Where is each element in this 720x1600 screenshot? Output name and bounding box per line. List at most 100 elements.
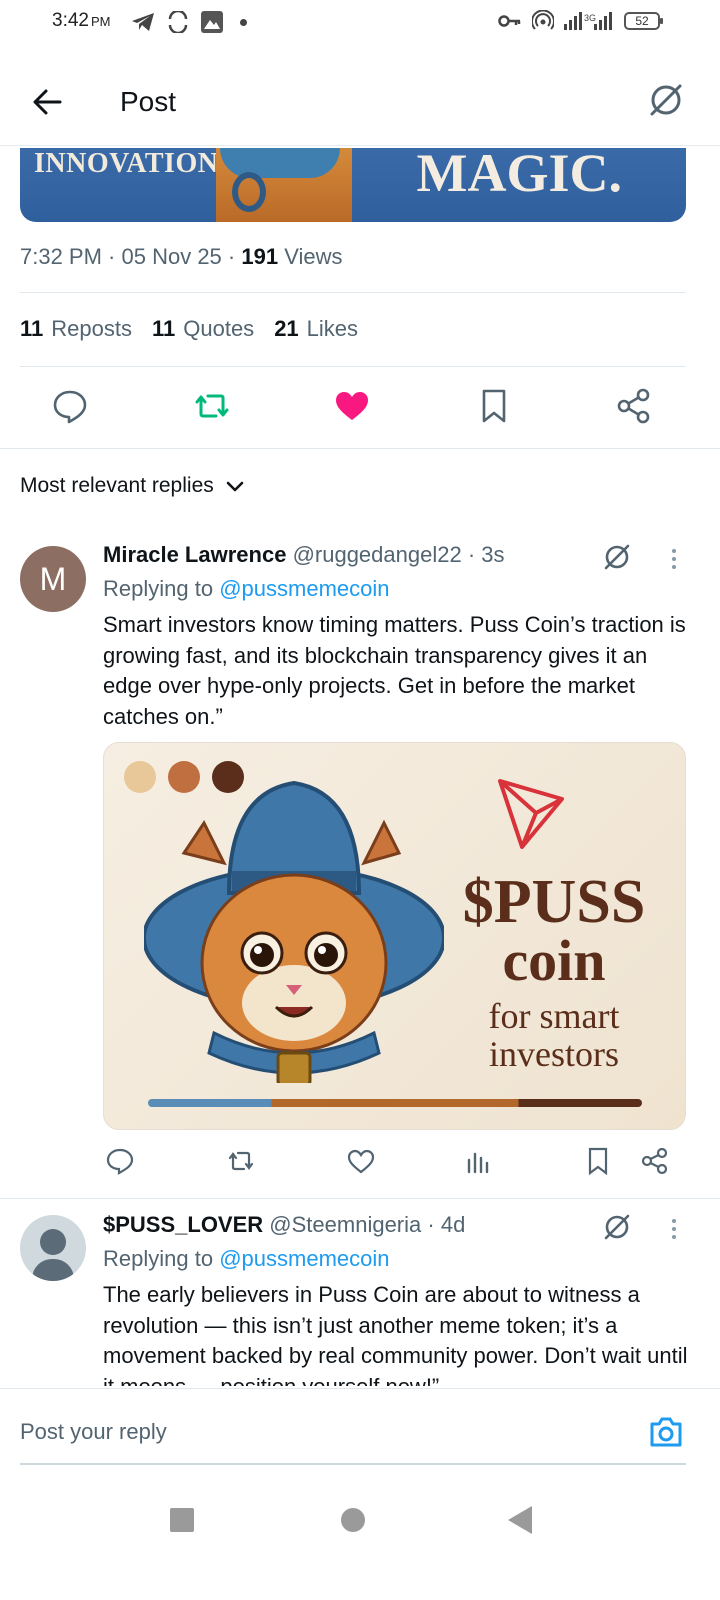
puss-title-line2: coin: [502, 928, 606, 993]
divider: [0, 1198, 720, 1199]
share-icon: [617, 388, 650, 424]
status-time-value: 3:42: [52, 10, 89, 31]
like-button[interactable]: [332, 386, 372, 426]
reply-button[interactable]: [105, 1146, 135, 1176]
reply-button[interactable]: [50, 386, 90, 426]
tron-logo-icon: [498, 779, 564, 849]
reply-author-handle[interactable]: @Steemnigeria: [269, 1212, 421, 1237]
more-options-button[interactable]: [664, 1216, 684, 1246]
puss-coin-title: $PUSS coin for smart investors: [444, 871, 664, 1073]
reply-author-handle[interactable]: @ruggedangel22: [293, 542, 462, 567]
reply-image-card[interactable]: $PUSS coin for smart investors: [103, 742, 686, 1130]
grok-icon: [650, 84, 682, 116]
quotes-label: Quotes: [183, 316, 255, 341]
sync-icon: [168, 11, 188, 33]
share-button[interactable]: [640, 1146, 670, 1176]
quotes-stat[interactable]: 11 Quotes: [152, 316, 254, 342]
repost-icon: [228, 1151, 254, 1171]
system-back-button[interactable]: [508, 1506, 532, 1534]
more-options-button[interactable]: [664, 546, 684, 576]
reply-time: 3s: [481, 542, 505, 567]
banner-collar-ring: [232, 172, 266, 212]
reposts-label: Reposts: [51, 316, 132, 341]
post-action-bar: [0, 386, 720, 430]
likes-stat[interactable]: 21 Likes: [274, 316, 358, 342]
post-image-banner[interactable]: INNOVATION MAGIC.: [20, 148, 686, 222]
quotes-count: 11: [151, 316, 176, 341]
page-title: Post: [120, 86, 177, 117]
share-icon: [641, 1147, 668, 1175]
post-header: Post: [0, 62, 720, 146]
more-vertical-icon: [672, 549, 676, 569]
arrow-left-icon: [33, 89, 62, 115]
default-avatar-body: [32, 1259, 74, 1281]
recents-button[interactable]: [170, 1508, 194, 1532]
status-time: 3:42 PM: [52, 10, 110, 32]
reply-text: The early believers in Puss Coin are abo…: [103, 1282, 688, 1386]
grok-button[interactable]: [600, 540, 634, 574]
post-stats: 11 Reposts 11 Quotes 21 Likes: [20, 316, 358, 342]
replying-prefix: Replying to: [103, 576, 214, 601]
share-button[interactable]: [614, 386, 654, 426]
reply-sort-selector[interactable]: Most relevant replies: [20, 474, 246, 498]
bar-chart-icon: [467, 1152, 489, 1174]
back-button[interactable]: [28, 84, 68, 120]
reply-input[interactable]: Post your reply: [20, 1419, 167, 1445]
replying-to: Replying to @pussmemecoin: [103, 1246, 390, 1272]
replying-to-handle[interactable]: @pussmemecoin: [219, 1246, 389, 1271]
camera-icon: [650, 1417, 682, 1447]
comment-icon: [106, 1148, 134, 1175]
grok-button[interactable]: [646, 80, 686, 120]
grok-icon: [604, 544, 630, 570]
grok-button[interactable]: [600, 1210, 634, 1244]
post-date: 05 Nov 25: [121, 244, 222, 269]
signal-icon: 3G: [564, 12, 612, 30]
grok-icon: [604, 1214, 630, 1240]
status-bar: 3:42 PM 3G 52: [0, 0, 720, 44]
card-color-bar: [148, 1099, 642, 1107]
home-button[interactable]: [341, 1508, 365, 1532]
repost-button[interactable]: [192, 386, 232, 426]
status-more-dot: [240, 18, 247, 26]
repost-button[interactable]: [226, 1146, 256, 1176]
replying-to-handle[interactable]: @pussmemecoin: [219, 576, 389, 601]
avatar[interactable]: [20, 1215, 86, 1281]
camera-button[interactable]: [648, 1415, 684, 1449]
system-nav-bar: [0, 1470, 720, 1600]
telegram-icon: [132, 13, 154, 31]
reply-sort-label: Most relevant replies: [20, 474, 214, 497]
reply-text: Smart investors know timing matters. Pus…: [103, 612, 686, 729]
reply-header: Miracle Lawrence @ruggedangel22 · 3s: [103, 542, 505, 567]
status-ampm: PM: [90, 14, 111, 29]
like-button[interactable]: [346, 1146, 376, 1176]
bookmark-icon: [588, 1147, 608, 1176]
bookmark-button[interactable]: [474, 386, 514, 426]
bookmark-button[interactable]: [583, 1146, 613, 1176]
banner-left-text: INNOVATION: [34, 148, 219, 179]
status-system-icons: 3G 52: [498, 10, 663, 32]
puss-title-line3: for smart: [488, 996, 620, 1036]
post-time: 7:32 PM: [20, 244, 102, 269]
divider: [0, 448, 720, 449]
divider: [20, 292, 686, 293]
cat-mascot-illustration: [144, 780, 444, 1083]
reply-composer: Post your reply: [0, 1388, 720, 1468]
reply-author-name[interactable]: $PUSS_LOVER: [103, 1212, 263, 1237]
gallery-icon: [201, 11, 223, 33]
reposts-stat[interactable]: 11 Reposts: [20, 316, 132, 342]
battery-indicator: 52: [624, 12, 663, 30]
reply-time: 4d: [440, 1212, 466, 1237]
avatar[interactable]: M: [20, 546, 86, 612]
reply-header: $PUSS_LOVER @Steemnigeria · 4d: [103, 1212, 466, 1237]
reply-author-name[interactable]: Miracle Lawrence: [103, 542, 286, 567]
replying-to: Replying to @pussmemecoin: [103, 576, 390, 602]
post-meta: 7:32 PM · 05 Nov 25 · 191 Views: [20, 244, 343, 269]
views-count: 191: [241, 244, 279, 269]
status-notification-icons: [130, 10, 247, 34]
default-avatar-head: [40, 1229, 66, 1255]
views-button[interactable]: [463, 1146, 493, 1176]
bookmark-icon: [482, 389, 506, 423]
banner-collar-illustration: [220, 148, 340, 178]
reply-action-bar: [0, 1146, 720, 1186]
puss-title-line4: investors: [489, 1034, 619, 1074]
